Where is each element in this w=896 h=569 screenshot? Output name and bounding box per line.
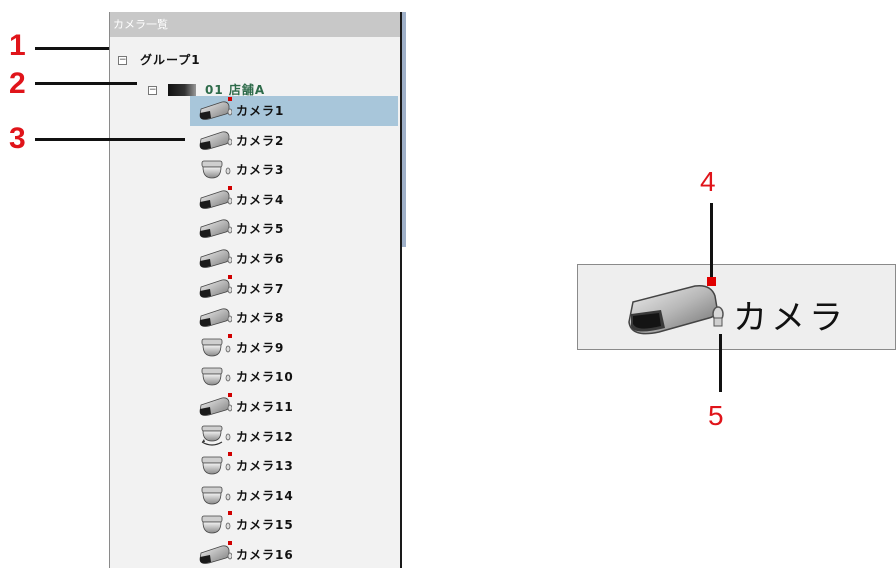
camera-list-panel: カメラ一覧 − グループ1 − 01 店舗A カメラ1 カメラ2 カメラ3 カメ… bbox=[109, 12, 400, 568]
box-camera-icon bbox=[198, 99, 233, 121]
callout-number-5: 5 bbox=[708, 400, 724, 431]
camera-list-item[interactable]: カメラ11 bbox=[110, 392, 398, 420]
recording-indicator-icon bbox=[228, 452, 232, 457]
box-camera-icon bbox=[198, 129, 233, 151]
callout-number-3: 3 bbox=[9, 122, 26, 155]
zoom-camera-label: カメラ bbox=[733, 298, 847, 338]
camera-list-item[interactable]: カメラ12 bbox=[110, 422, 398, 450]
camera-label: カメラ3 bbox=[236, 163, 285, 178]
box-camera-icon bbox=[198, 277, 233, 299]
dome-camera-icon bbox=[198, 158, 232, 180]
box-camera-icon bbox=[198, 395, 233, 417]
box-camera-icon bbox=[198, 306, 233, 328]
camera-label: カメラ5 bbox=[236, 222, 285, 237]
callout-line-2 bbox=[35, 82, 137, 85]
callout-line-4 bbox=[710, 203, 713, 277]
box-camera-icon bbox=[198, 247, 233, 269]
store-thumbnail-icon bbox=[168, 84, 196, 96]
recording-indicator-icon bbox=[228, 393, 232, 397]
camera-list-item[interactable]: カメラ15 bbox=[110, 510, 398, 538]
camera-label: カメラ10 bbox=[236, 370, 294, 385]
camera-list-item[interactable]: カメラ8 bbox=[110, 303, 398, 331]
camera-label: カメラ14 bbox=[236, 488, 294, 503]
box-camera-icon bbox=[198, 188, 233, 210]
dome-camera-icon bbox=[198, 336, 232, 358]
camera-label: カメラ15 bbox=[236, 518, 294, 533]
collapse-toggle-icon[interactable]: − bbox=[148, 86, 157, 95]
camera-label: カメラ1 bbox=[236, 104, 285, 118]
camera-list-item[interactable]: カメラ5 bbox=[110, 214, 398, 242]
camera-label: カメラ8 bbox=[236, 311, 285, 326]
camera-label: カメラ2 bbox=[236, 133, 285, 148]
recording-indicator-icon bbox=[228, 333, 232, 338]
camera-list-item[interactable]: カメラ10 bbox=[110, 362, 398, 390]
dome-camera-icon bbox=[198, 454, 232, 476]
callout-number-1: 1 bbox=[9, 29, 26, 62]
camera-label: カメラ7 bbox=[236, 281, 285, 296]
camera-label: カメラ9 bbox=[236, 340, 285, 355]
camera-list-item[interactable]: カメラ3 bbox=[110, 155, 398, 183]
recording-indicator-icon bbox=[228, 274, 232, 279]
recording-indicator-icon bbox=[707, 277, 716, 286]
callout-number-4: 4 bbox=[700, 166, 716, 197]
camera-list-item[interactable]: カメラ9 bbox=[110, 333, 398, 361]
camera-label: カメラ6 bbox=[236, 252, 285, 266]
panel-header: カメラ一覧 bbox=[110, 12, 400, 37]
camera-label: カメラ16 bbox=[236, 548, 294, 562]
callout-number-2: 2 bbox=[9, 67, 26, 100]
camera-list-item[interactable]: カメラ14 bbox=[110, 481, 398, 509]
tree-group-row[interactable]: − グループ1 bbox=[110, 50, 400, 72]
dome-camera-icon bbox=[198, 484, 232, 506]
recording-indicator-icon bbox=[228, 511, 232, 516]
camera-label: カメラ13 bbox=[236, 459, 294, 474]
dome-camera-icon bbox=[198, 365, 232, 387]
camera-label: カメラ4 bbox=[236, 192, 285, 207]
camera-list-item[interactable]: カメラ13 bbox=[110, 451, 398, 479]
box-camera-icon bbox=[198, 217, 233, 239]
zoom-box-camera-icon bbox=[628, 284, 724, 335]
scrollbar[interactable] bbox=[402, 12, 406, 247]
callout-line-5 bbox=[719, 334, 722, 392]
recording-indicator-icon bbox=[228, 541, 232, 545]
recording-indicator-icon bbox=[228, 97, 232, 101]
collapse-toggle-icon[interactable]: − bbox=[118, 56, 127, 65]
group-label: グループ1 bbox=[140, 53, 201, 67]
camera-label: カメラ11 bbox=[236, 400, 294, 414]
box-camera-icon bbox=[198, 543, 233, 565]
camera-list-item[interactable]: カメラ7 bbox=[110, 274, 398, 302]
callout-line-1 bbox=[35, 47, 109, 50]
camera-list-item[interactable]: カメラ1 bbox=[110, 96, 398, 126]
camera-label: カメラ12 bbox=[236, 429, 294, 444]
recording-indicator-icon bbox=[228, 185, 232, 190]
dome-camera-icon bbox=[198, 513, 232, 535]
callout-line-3 bbox=[35, 138, 185, 141]
camera-list-item[interactable]: カメラ6 bbox=[110, 244, 398, 272]
camera-list-item[interactable]: カメラ4 bbox=[110, 185, 398, 213]
ptz-camera-icon bbox=[198, 425, 232, 447]
camera-list-item[interactable]: カメラ16 bbox=[110, 540, 398, 568]
